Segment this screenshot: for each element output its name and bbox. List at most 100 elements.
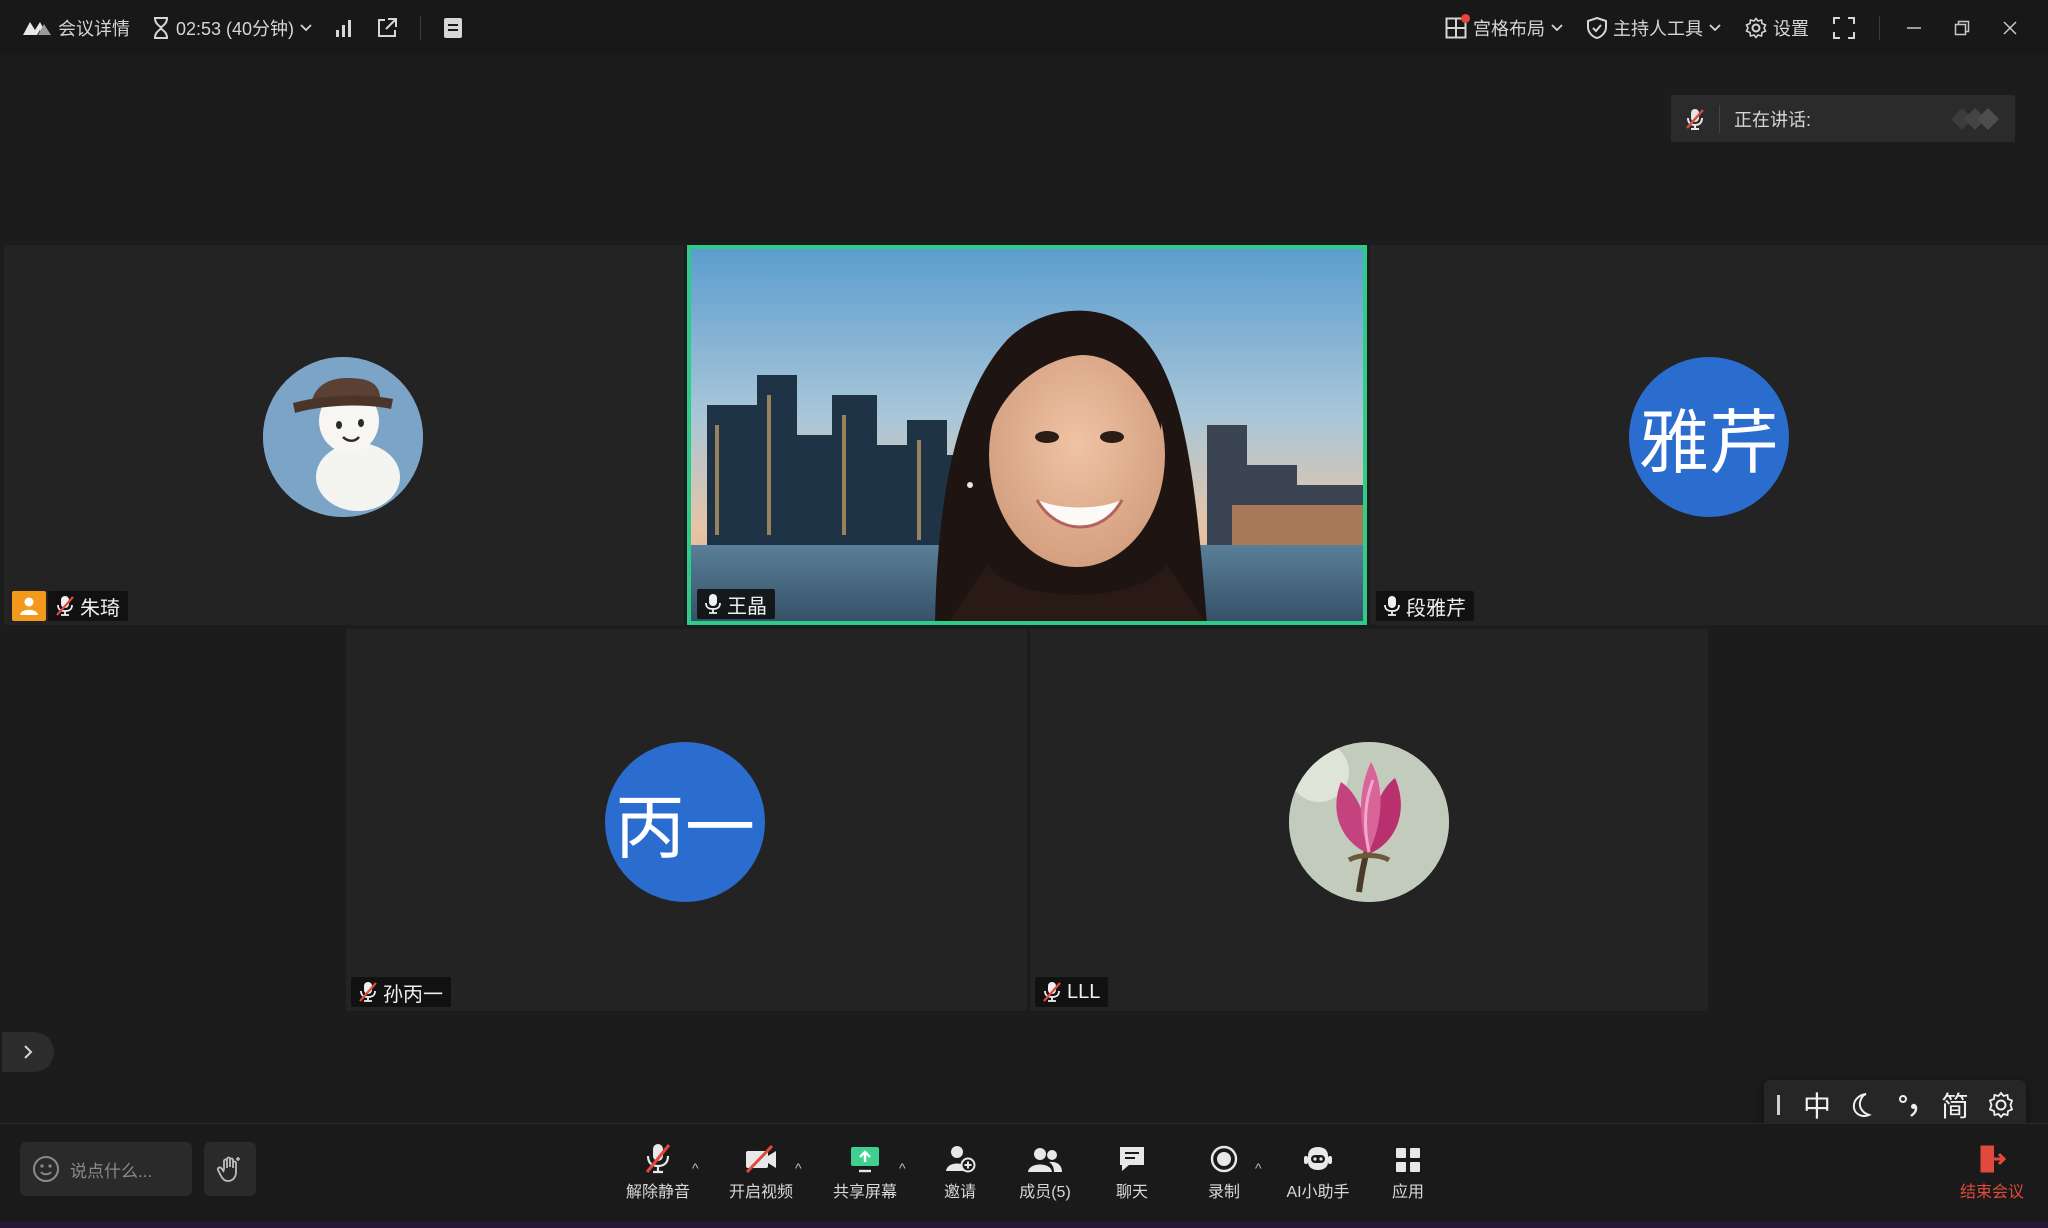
- avatar: [1289, 742, 1449, 902]
- chevron-down-icon: [300, 23, 312, 32]
- close-button[interactable]: [1990, 8, 2030, 48]
- record-button[interactable]: 录制: [1204, 1142, 1244, 1202]
- participant-tile-sunbingyi[interactable]: 丙一 孙丙一: [346, 629, 1027, 1011]
- video-options-caret[interactable]: ^: [795, 1160, 802, 1176]
- participant-name: 朱琦: [80, 597, 120, 620]
- start-video-label: 开启视频: [728, 1184, 793, 1201]
- video-stage: 正在讲话: 朱琦 王晶 雅芹 段雅芹 丙一 孙丙一 LLL: [0, 55, 2048, 1123]
- minimize-button[interactable]: [1894, 8, 1934, 48]
- ai-assistant-button[interactable]: AI小助手: [1286, 1142, 1350, 1202]
- settings-button[interactable]: 设置: [1745, 15, 1809, 41]
- share-screen-button[interactable]: 共享屏幕: [831, 1142, 899, 1202]
- chat-icon: [1117, 1142, 1147, 1174]
- mic-muted-icon: [643, 1142, 673, 1174]
- invite-label: 邀请: [943, 1184, 976, 1201]
- participant-tile-duanyaqin[interactable]: 雅芹 段雅芹: [1370, 245, 2048, 625]
- layout-button[interactable]: 宫格布局: [1445, 13, 1563, 41]
- participant-name: 王晶: [727, 595, 767, 618]
- unmute-button[interactable]: 解除静音: [624, 1142, 692, 1202]
- members-icon: [1027, 1142, 1063, 1174]
- avatar: 丙一: [605, 742, 765, 902]
- mic-muted-icon: [359, 981, 377, 1003]
- apps-label: 应用: [1391, 1184, 1424, 1201]
- start-video-button[interactable]: 开启视频: [727, 1142, 795, 1202]
- name-tag: 王晶: [697, 589, 775, 619]
- mic-icon: [705, 593, 721, 615]
- hourglass-icon: [152, 16, 170, 39]
- avatar-initials: 丙一: [615, 786, 755, 869]
- members-button[interactable]: 成员(5): [1018, 1142, 1072, 1202]
- participant-tile-wangjing[interactable]: 王晶: [687, 245, 1367, 625]
- apps-button[interactable]: 应用: [1388, 1142, 1428, 1202]
- participant-name: LLL: [1067, 980, 1101, 1003]
- title-bar: 会议详情 02:53 (40分钟) 宫格布局 主持人工具 设置: [0, 0, 2048, 55]
- network-signal-button[interactable]: [334, 19, 354, 37]
- minimize-icon: [1906, 20, 1922, 36]
- share-options-caret[interactable]: ^: [899, 1160, 906, 1176]
- participant-tile-zhuqi[interactable]: 朱琦: [4, 245, 684, 625]
- document-icon: [443, 17, 463, 39]
- ime-handle[interactable]: [1764, 1093, 1794, 1117]
- mic-muted-icon: [1043, 981, 1061, 1003]
- external-link-icon: [376, 17, 398, 39]
- restore-icon: [1954, 20, 1970, 36]
- hand-icon: [215, 1154, 245, 1184]
- layout-label: 宫格布局: [1473, 18, 1545, 39]
- participant-name: 孙丙一: [383, 983, 443, 1006]
- app-logo-icon: [22, 19, 52, 37]
- divider: [1879, 15, 1880, 40]
- active-speaker-panel: 正在讲话:: [1671, 95, 2015, 142]
- fullscreen-button[interactable]: [1833, 16, 1855, 39]
- meeting-timer[interactable]: 02:53 (40分钟): [152, 15, 312, 41]
- ime-punctuation-icon[interactable]: [1886, 1092, 1932, 1118]
- robot-icon: [1302, 1142, 1334, 1174]
- chevron-down-icon: [1709, 23, 1721, 32]
- meeting-toolbar: 说点什么... 解除静音 ^ 开启视频 ^ 共享屏幕 ^ 邀请 成员(5) 聊天…: [0, 1123, 2048, 1222]
- camera-off-icon: [744, 1142, 778, 1174]
- name-tag: LLL: [1035, 977, 1109, 1007]
- quick-chat-input[interactable]: 说点什么...: [20, 1142, 192, 1196]
- chat-button[interactable]: 聊天: [1112, 1142, 1152, 1202]
- end-meeting-button[interactable]: 结束会议: [1956, 1142, 2028, 1202]
- expand-sidebar-button[interactable]: [2, 1032, 54, 1072]
- meeting-details-button[interactable]: 会议详情: [22, 15, 130, 41]
- magnolia-avatar-icon: [1289, 742, 1449, 902]
- share-screen-label: 共享屏幕: [832, 1184, 897, 1201]
- signal-bars-icon: [334, 19, 354, 37]
- mic-muted-icon: [1671, 104, 1720, 133]
- unmute-label: 解除静音: [625, 1184, 690, 1201]
- settings-label: 设置: [1773, 18, 1809, 39]
- raise-hand-button[interactable]: [204, 1142, 256, 1196]
- taskbar-strip: [0, 1221, 2048, 1228]
- ime-mode-toggle[interactable]: 中: [1794, 1085, 1840, 1125]
- gear-icon: [1745, 16, 1767, 39]
- restore-button[interactable]: [1942, 8, 1982, 48]
- ai-assistant-label: AI小助手: [1286, 1184, 1350, 1201]
- chat-placeholder: 说点什么...: [70, 1161, 153, 1181]
- speaking-label: 正在讲话:: [1734, 109, 1812, 130]
- emoji-icon: [32, 1155, 60, 1183]
- mic-icon: [1384, 595, 1400, 617]
- ime-moon-icon[interactable]: [1840, 1092, 1886, 1118]
- popout-button[interactable]: [376, 17, 398, 39]
- end-meeting-label: 结束会议: [1959, 1184, 2024, 1201]
- timer-text: 02:53 (40分钟): [176, 18, 295, 39]
- record-label: 录制: [1207, 1184, 1240, 1201]
- host-user-icon: [20, 597, 38, 615]
- host-tools-label: 主持人工具: [1613, 18, 1703, 39]
- ime-script-toggle[interactable]: 简: [1932, 1085, 1978, 1125]
- exit-icon: [1977, 1142, 2007, 1174]
- chevron-right-icon: [22, 1044, 34, 1060]
- record-options-caret[interactable]: ^: [1255, 1160, 1262, 1176]
- participant-tile-lll[interactable]: LLL: [1030, 629, 1708, 1011]
- avatar: [263, 357, 423, 517]
- invite-button[interactable]: 邀请: [940, 1142, 980, 1202]
- ime-gear-icon[interactable]: [1978, 1091, 2024, 1119]
- audio-options-caret[interactable]: ^: [692, 1160, 699, 1176]
- close-icon: [2002, 20, 2018, 36]
- host-tools-button[interactable]: 主持人工具: [1587, 15, 1721, 41]
- notes-button[interactable]: [443, 17, 463, 39]
- divider: [420, 15, 422, 40]
- notification-dot: [1461, 13, 1470, 23]
- snowman-avatar-icon: [263, 357, 423, 517]
